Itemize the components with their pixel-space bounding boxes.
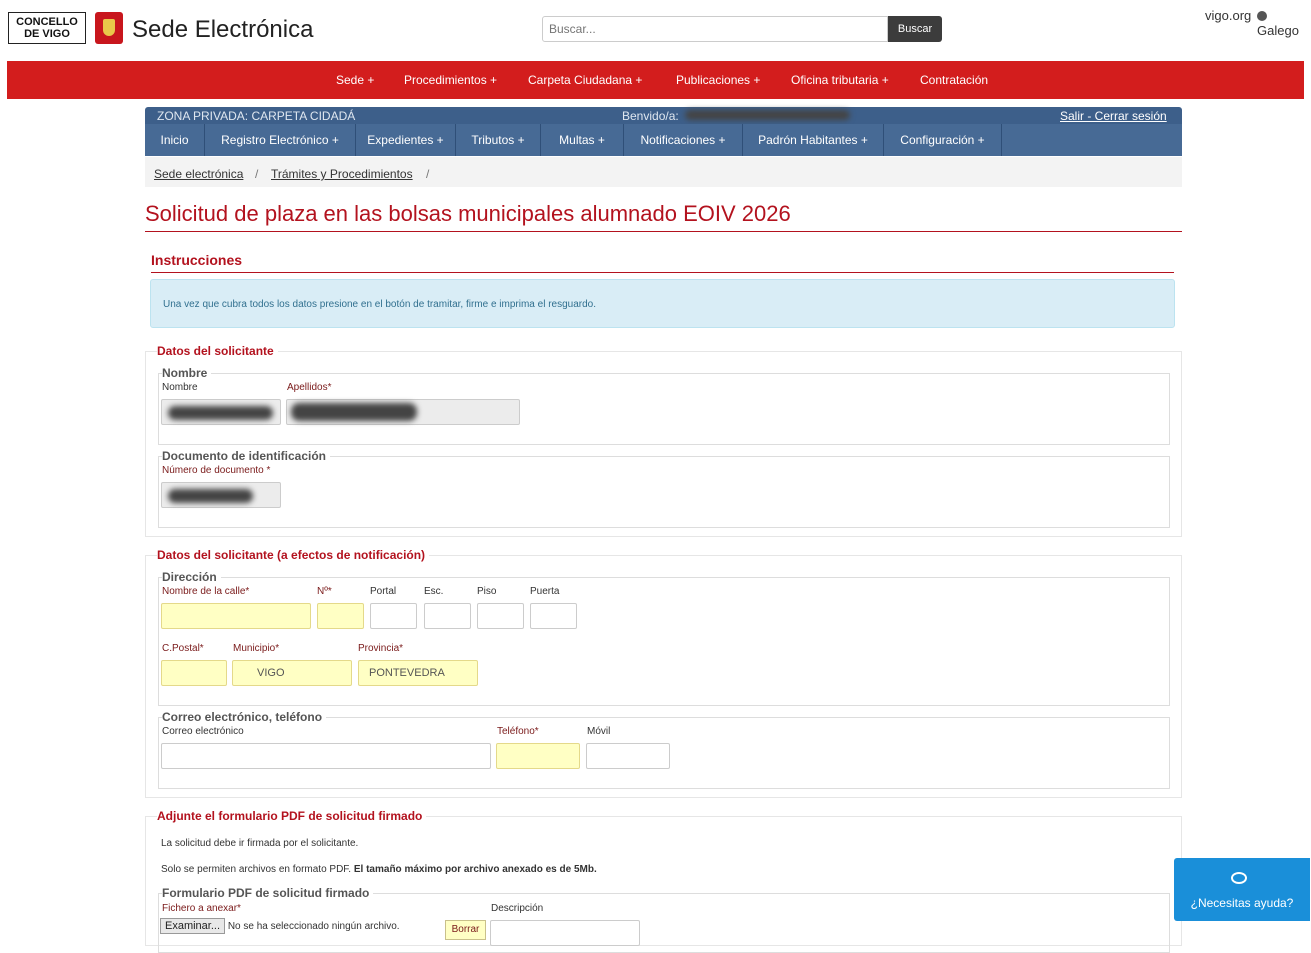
municipality-field[interactable]: VIGO [232, 660, 352, 686]
private-nav-notificaciones[interactable]: Notificaciones + [624, 124, 743, 156]
redacted-name [168, 406, 273, 420]
name-field[interactable] [161, 399, 281, 425]
breadcrumb-separator: / [255, 167, 259, 181]
door-field[interactable] [530, 603, 577, 629]
name-label: Nombre [162, 382, 198, 393]
document-fieldset [158, 456, 1170, 528]
instructions-title: Instrucciones [151, 252, 243, 268]
attachment-size-text: El tamaño máximo por archivo anexado es … [353, 864, 597, 875]
municipality-label: Municipio* [233, 643, 280, 654]
address-fieldset [158, 577, 1170, 706]
postal-code-field[interactable] [161, 660, 227, 686]
private-nav-configuracion[interactable]: Configuración + [884, 124, 1002, 156]
chat-icon [1231, 872, 1247, 884]
description-field[interactable] [490, 920, 640, 946]
email-label: Correo electrónico [162, 726, 244, 737]
portal-label: Portal [370, 586, 397, 597]
street-field[interactable] [161, 603, 311, 629]
phone-field[interactable] [496, 743, 580, 769]
help-chat-button[interactable]: ¿Necesitas ayuda? [1174, 858, 1310, 921]
province-label: Provincia* [358, 643, 404, 654]
welcome-label: Benvido/a: [622, 109, 679, 123]
help-label: ¿Necesitas ayuda? [1190, 896, 1294, 910]
private-nav-expedientes[interactable]: Expedientes + [356, 124, 456, 156]
attachment-note-signed: La solicitud debe ir firmada por el soli… [161, 838, 359, 849]
portal-field[interactable] [370, 603, 417, 629]
province-field[interactable]: PONTEVEDRA [358, 660, 478, 686]
name-legend: Nombre [162, 366, 212, 380]
language-label: Galego [1257, 23, 1299, 38]
private-nav: Inicio Registro Electrónico + Expediente… [145, 124, 1182, 156]
floor-field[interactable] [477, 603, 524, 629]
attachment-format-text: Solo se permiten archivos en formato PDF… [161, 864, 352, 875]
instructions-alert: Una vez que cubra todos los datos presio… [150, 279, 1175, 328]
zone-label: ZONA PRIVADA: CARPETA CIDADÁ [157, 109, 356, 123]
document-number-label: Número de documento * [162, 465, 271, 476]
language-link[interactable]: Galego [1257, 8, 1311, 38]
email-field[interactable] [161, 743, 491, 769]
mobile-label: Móvil [587, 726, 611, 737]
logo-line2: DE VIGO [24, 28, 70, 40]
postal-code-label: C.Postal* [162, 643, 204, 654]
no-file-text: No se ha seleccionado ningún archivo. [227, 921, 400, 932]
nav-sede[interactable]: Sede + [336, 73, 374, 87]
search-button[interactable]: Buscar [888, 16, 942, 42]
private-nav-padron[interactable]: Padrón Habitantes + [743, 124, 884, 156]
surname-label: Apellidos* [287, 382, 332, 393]
stair-field[interactable] [424, 603, 471, 629]
street-label: Nombre de la calle* [162, 586, 250, 597]
browse-button[interactable]: Examinar... [160, 918, 226, 934]
phone-label: Teléfono* [497, 726, 539, 737]
instructions-divider [151, 272, 1174, 273]
globe-icon [1257, 11, 1267, 21]
clear-file-button[interactable]: Borrar [445, 920, 486, 940]
private-nav-tributos[interactable]: Tributos + [456, 124, 541, 156]
breadcrumb: Sede electrónica / Trámites y Procedimie… [145, 157, 1182, 187]
notification-section-title: Datos del solicitante (a efectos de noti… [157, 548, 430, 562]
attachment-section-title: Adjunte el formulario PDF de solicitud f… [157, 809, 427, 823]
breadcrumb-sede[interactable]: Sede electrónica [154, 167, 243, 181]
private-zone-bar: ZONA PRIVADA: CARPETA CIDADÁ Benvido/a: … [145, 107, 1182, 124]
private-nav-inicio[interactable]: Inicio [145, 124, 205, 156]
document-legend: Documento de identificación [162, 449, 331, 463]
private-nav-multas[interactable]: Multas + [541, 124, 624, 156]
description-label: Descripción [491, 903, 544, 914]
nav-oficina-tributaria[interactable]: Oficina tributaria + [791, 73, 889, 87]
nav-procedimientos[interactable]: Procedimientos + [404, 73, 497, 87]
redacted-surname [291, 403, 417, 421]
surname-field[interactable] [286, 399, 520, 425]
concello-logo[interactable]: CONCELLO DE VIGO [8, 12, 86, 44]
breadcrumb-tramites[interactable]: Trámites y Procedimientos [271, 167, 413, 181]
redacted-document [168, 489, 253, 503]
contact-legend: Correo electrónico, teléfono [162, 710, 327, 724]
logout-link[interactable]: Salir - Cerrar sesión [1060, 109, 1167, 123]
pdf-legend: Formulario PDF de solicitud firmado [162, 886, 374, 900]
private-nav-registro[interactable]: Registro Electrónico + [205, 124, 356, 156]
coat-of-arms-icon [95, 12, 123, 44]
search-input[interactable] [542, 16, 888, 42]
nav-publicaciones[interactable]: Publicaciones + [676, 73, 760, 87]
logo-line1: CONCELLO [16, 16, 78, 28]
file-label: Fichero a anexar* [162, 903, 241, 914]
page-title: Solicitud de plaza en las bolsas municip… [145, 201, 791, 226]
main-nav: Sede + Procedimientos + Carpeta Ciudadan… [7, 61, 1304, 99]
applicant-section-title: Datos del solicitante [157, 344, 278, 358]
mobile-field[interactable] [586, 743, 670, 769]
stair-label: Esc. [424, 586, 444, 597]
number-label: Nº* [317, 586, 332, 597]
title-divider [145, 231, 1182, 232]
nav-carpeta-ciudadana[interactable]: Carpeta Ciudadana + [528, 73, 642, 87]
address-legend: Dirección [162, 570, 221, 584]
floor-label: Piso [477, 586, 497, 597]
file-picker[interactable]: Examinar... No se ha seleccionado ningún… [160, 918, 400, 934]
attachment-note-format: Solo se permiten archivos en formato PDF… [161, 864, 597, 875]
site-title[interactable]: Sede Electrónica [132, 16, 313, 44]
door-label: Puerta [530, 586, 560, 597]
number-field[interactable] [317, 603, 364, 629]
vigo-org-link[interactable]: vigo.org [1205, 8, 1251, 23]
breadcrumb-separator: / [426, 167, 430, 181]
nav-contratacion[interactable]: Contratación [920, 73, 988, 87]
document-number-field[interactable] [161, 482, 281, 508]
redacted-username [685, 110, 850, 120]
